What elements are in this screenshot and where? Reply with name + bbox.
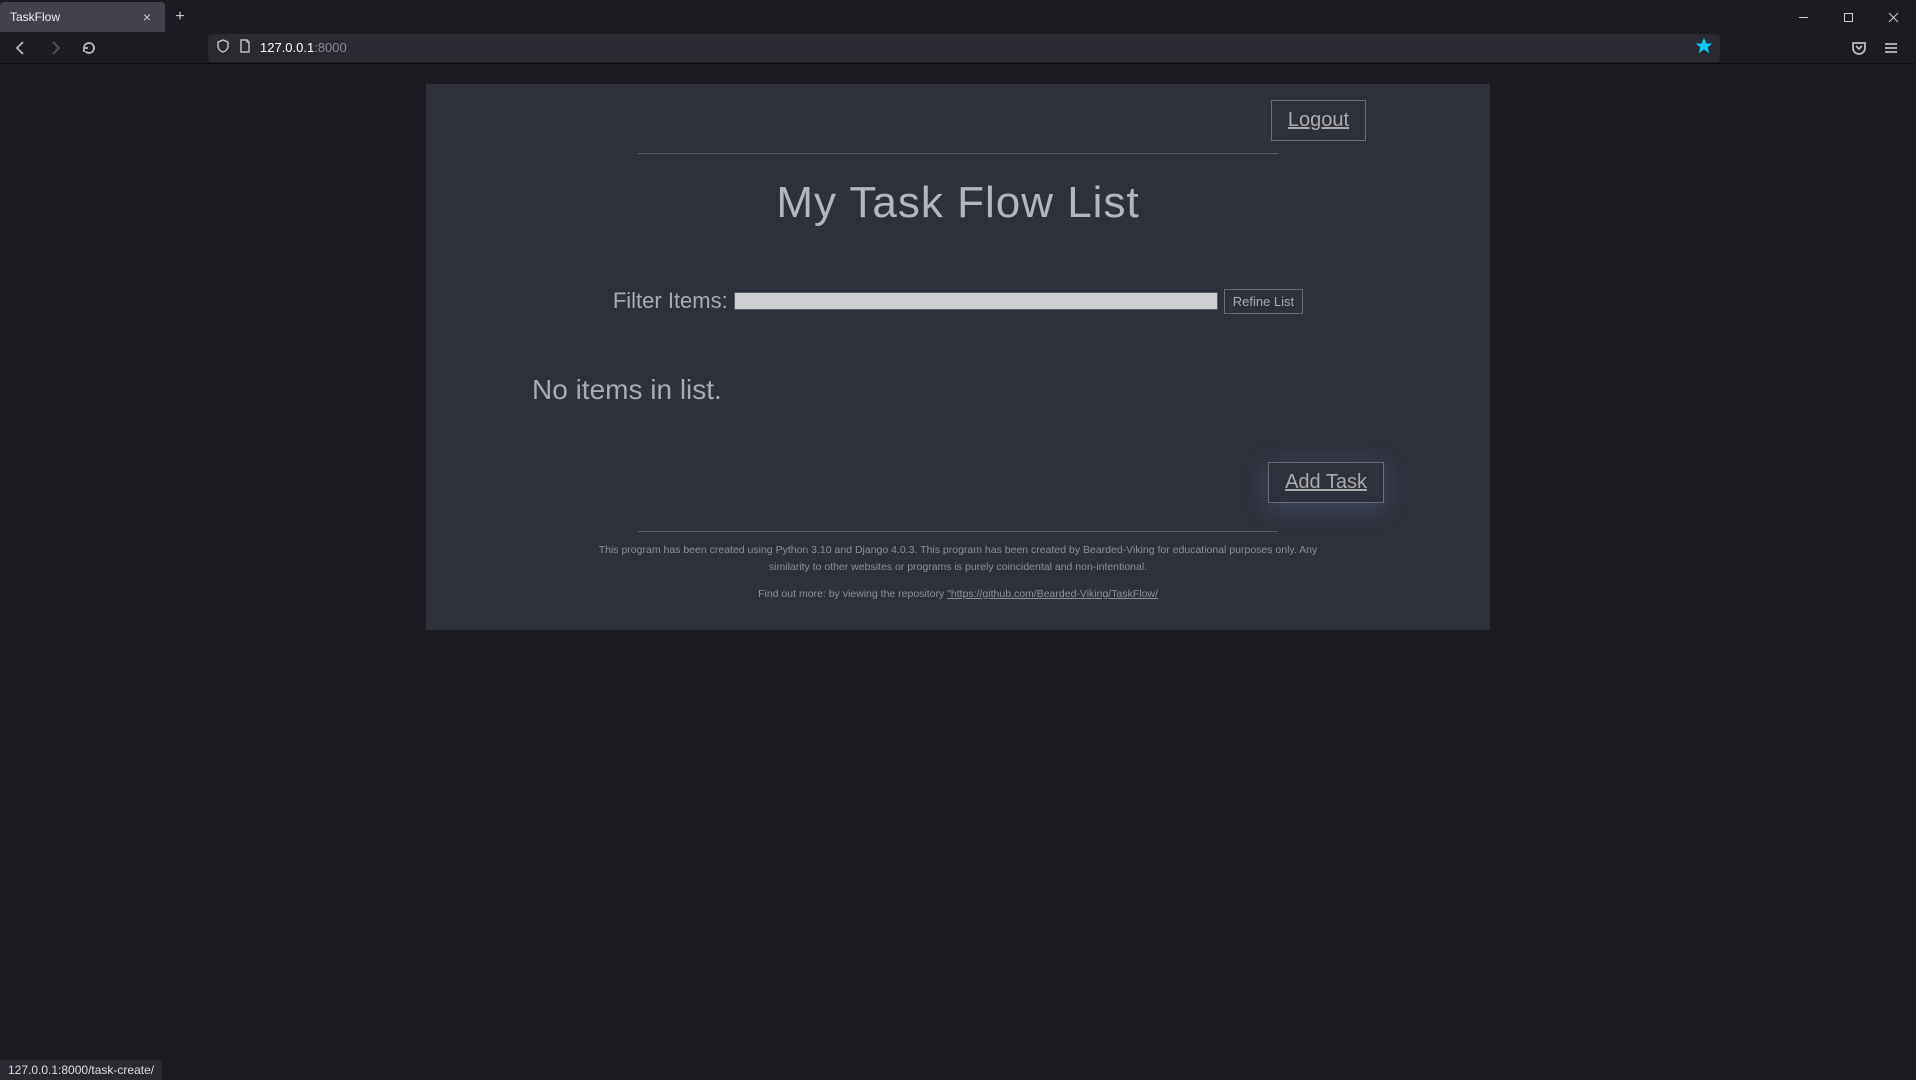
filter-row: Filter Items: Refine List bbox=[426, 288, 1490, 314]
url-port: :8000 bbox=[314, 40, 347, 55]
logout-button[interactable]: Logout bbox=[1271, 100, 1366, 141]
nav-back-button[interactable] bbox=[6, 34, 36, 62]
hamburger-menu-icon[interactable] bbox=[1876, 34, 1906, 62]
empty-list-message: No items in list. bbox=[426, 374, 1490, 406]
nav-forward-button[interactable] bbox=[40, 34, 70, 62]
footer-line-2: Find out more: by viewing the repository… bbox=[586, 586, 1330, 603]
tab-title: TaskFlow bbox=[10, 10, 139, 24]
browser-toolbar: 127.0.0.1:8000 bbox=[0, 32, 1916, 64]
status-bar: 127.0.0.1:8000/task-create/ bbox=[0, 1060, 162, 1080]
window-minimize-button[interactable] bbox=[1781, 2, 1826, 32]
url-bar[interactable]: 127.0.0.1:8000 bbox=[208, 34, 1720, 62]
url-host: 127.0.0.1 bbox=[260, 40, 314, 55]
new-tab-button[interactable]: + bbox=[165, 2, 195, 32]
filter-input[interactable] bbox=[734, 292, 1218, 310]
window-controls bbox=[1781, 2, 1916, 32]
page-title: My Task Flow List bbox=[426, 178, 1490, 228]
page-viewport: Logout My Task Flow List Filter Items: R… bbox=[0, 64, 1916, 1060]
footer: This program has been created using Pyth… bbox=[426, 532, 1490, 602]
toolbar-right-icons bbox=[1844, 34, 1906, 62]
divider-top bbox=[638, 153, 1278, 154]
add-task-button[interactable]: Add Task bbox=[1268, 462, 1384, 503]
nav-reload-button[interactable] bbox=[74, 34, 104, 62]
app-container: Logout My Task Flow List Filter Items: R… bbox=[426, 84, 1490, 630]
bookmark-star-icon[interactable] bbox=[1696, 38, 1712, 57]
browser-tab-active[interactable]: TaskFlow × bbox=[0, 2, 165, 32]
pocket-icon[interactable] bbox=[1844, 34, 1874, 62]
footer-line-1: This program has been created using Pyth… bbox=[586, 542, 1330, 576]
footer-find-prefix: Find out more: by viewing the repository bbox=[758, 588, 947, 600]
shield-icon bbox=[216, 39, 230, 56]
logout-row: Logout bbox=[426, 100, 1490, 153]
footer-repo-link[interactable]: "https://github.com/Bearded-Viking/TaskF… bbox=[947, 588, 1158, 600]
url-text: 127.0.0.1:8000 bbox=[260, 40, 347, 55]
browser-tab-strip: TaskFlow × + bbox=[0, 0, 1916, 32]
window-maximize-button[interactable] bbox=[1826, 2, 1871, 32]
add-task-row: Add Task bbox=[426, 462, 1490, 503]
window-close-button[interactable] bbox=[1871, 2, 1916, 32]
page-icon bbox=[238, 39, 252, 56]
tab-close-icon[interactable]: × bbox=[139, 9, 155, 25]
filter-label: Filter Items: bbox=[613, 288, 728, 314]
refine-list-button[interactable]: Refine List bbox=[1224, 289, 1303, 314]
